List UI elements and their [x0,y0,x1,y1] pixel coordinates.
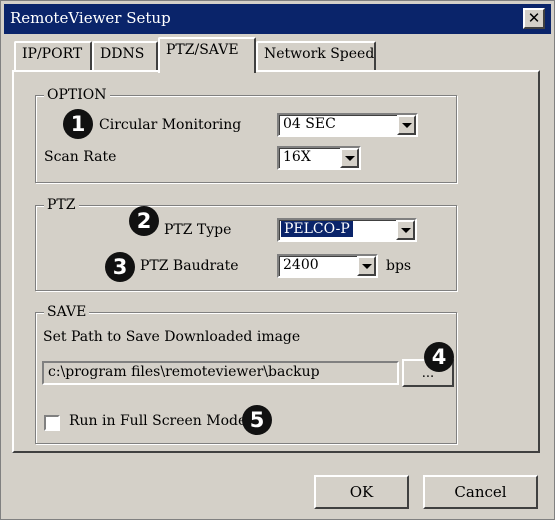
option-legend: OPTION [44,86,110,104]
fullscreen-checkbox[interactable] [44,415,60,431]
ptz-baudrate-value: 2400 [283,257,319,273]
chevron-down-icon [361,263,372,269]
option-group: OPTION [35,86,457,183]
close-icon: ✕ [527,9,541,27]
close-button[interactable]: ✕ [523,8,545,29]
save-legend: SAVE [44,303,90,321]
circular-monitoring-label: Circular Monitoring [99,117,242,133]
ptz-type-select[interactable]: PELCO-P [277,218,417,242]
scan-rate-value: 16X [283,149,311,165]
tab-network-speed[interactable]: Network Speed [256,41,376,70]
save-path-field[interactable]: c:\program files\remoteviewer\backup [42,361,399,385]
cancel-label: Cancel [454,483,507,501]
setup-dialog: RemoteViewer Setup ✕ IP/PORT DDNS PTZ/SA… [0,0,555,520]
tab-label: PTZ/SAVE [166,42,239,58]
scan-rate-label: Scan Rate [44,149,117,165]
scan-rate-select[interactable]: 16X [277,146,361,170]
window-title: RemoteViewer Setup [10,9,171,27]
ptz-baudrate-select[interactable]: 2400 [277,254,378,278]
ok-button[interactable]: OK [314,475,409,509]
dropdown-button[interactable] [396,220,415,240]
cancel-button[interactable]: Cancel [423,475,538,509]
chevron-down-icon [400,227,411,233]
callout-5-badge: 5 [242,405,272,435]
baudrate-unit: bps [386,258,412,274]
fullscreen-label[interactable]: Run in Full Screen Mode [69,413,246,429]
dropdown-button[interactable] [340,148,359,168]
chevron-down-icon [344,155,355,161]
circular-monitoring-value: 04 SEC [283,116,336,132]
ptz-legend: PTZ [44,196,79,214]
callout-4-badge: 4 [424,342,454,372]
tab-ptz-save[interactable]: PTZ/SAVE [158,37,256,73]
tab-label: IP/PORT [22,46,83,62]
ptz-baudrate-label: PTZ Baudrate [140,258,239,274]
tab-ip-port[interactable]: IP/PORT [14,41,92,70]
dropdown-button[interactable] [357,256,376,276]
circular-monitoring-select[interactable]: 04 SEC [277,113,418,137]
callout-2-badge: 2 [129,206,159,236]
ok-label: OK [349,483,374,501]
tab-ddns[interactable]: DDNS [92,41,158,70]
callout-3-badge: 3 [105,252,135,282]
save-path-label: Set Path to Save Downloaded image [43,329,301,345]
title-bar[interactable]: RemoteViewer Setup ✕ [4,4,551,34]
ptz-type-label: PTZ Type [164,222,232,238]
callout-1-badge: 1 [63,109,93,139]
dropdown-button[interactable] [397,115,416,135]
chevron-down-icon [401,122,412,128]
tab-label: DDNS [100,46,145,62]
ptz-type-value: PELCO-P [281,221,353,237]
tab-label: Network Speed [264,46,375,62]
